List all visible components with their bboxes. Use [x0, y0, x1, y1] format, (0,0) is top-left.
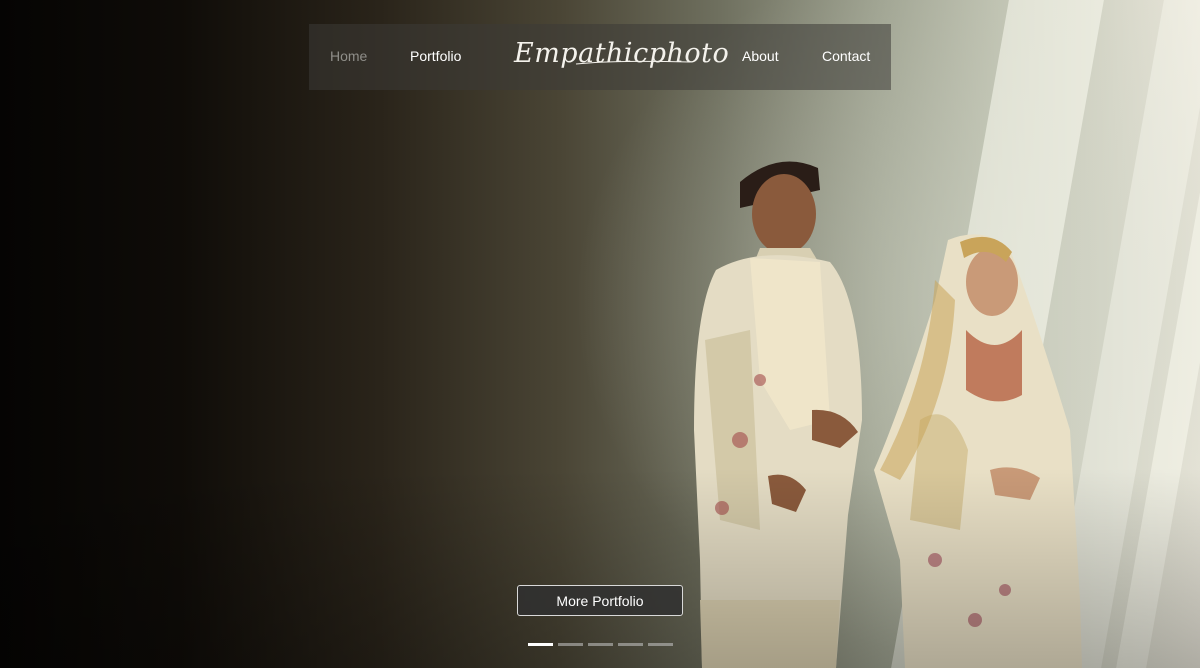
- carousel-dot-2[interactable]: [558, 643, 583, 646]
- nav-item-contact[interactable]: Contact: [822, 46, 870, 66]
- bottom-shade: [0, 0, 1200, 668]
- carousel-dot-5[interactable]: [648, 643, 673, 646]
- nav-item-about[interactable]: About: [742, 46, 779, 66]
- nav-item-home[interactable]: Home: [330, 46, 367, 66]
- carousel-dot-4[interactable]: [618, 643, 643, 646]
- carousel-dot-1[interactable]: [528, 643, 553, 646]
- main-navigation: Home Portfolio Empathicphoto About Conta…: [309, 24, 891, 90]
- more-portfolio-button[interactable]: More Portfolio: [517, 585, 683, 616]
- nav-item-portfolio[interactable]: Portfolio: [410, 46, 461, 66]
- site-logo[interactable]: Empathicphoto: [514, 34, 729, 80]
- logo-swash-icon: [575, 60, 691, 65]
- carousel-dot-3[interactable]: [588, 643, 613, 646]
- hero-background-image: [0, 0, 1200, 668]
- carousel-indicators: [528, 643, 674, 647]
